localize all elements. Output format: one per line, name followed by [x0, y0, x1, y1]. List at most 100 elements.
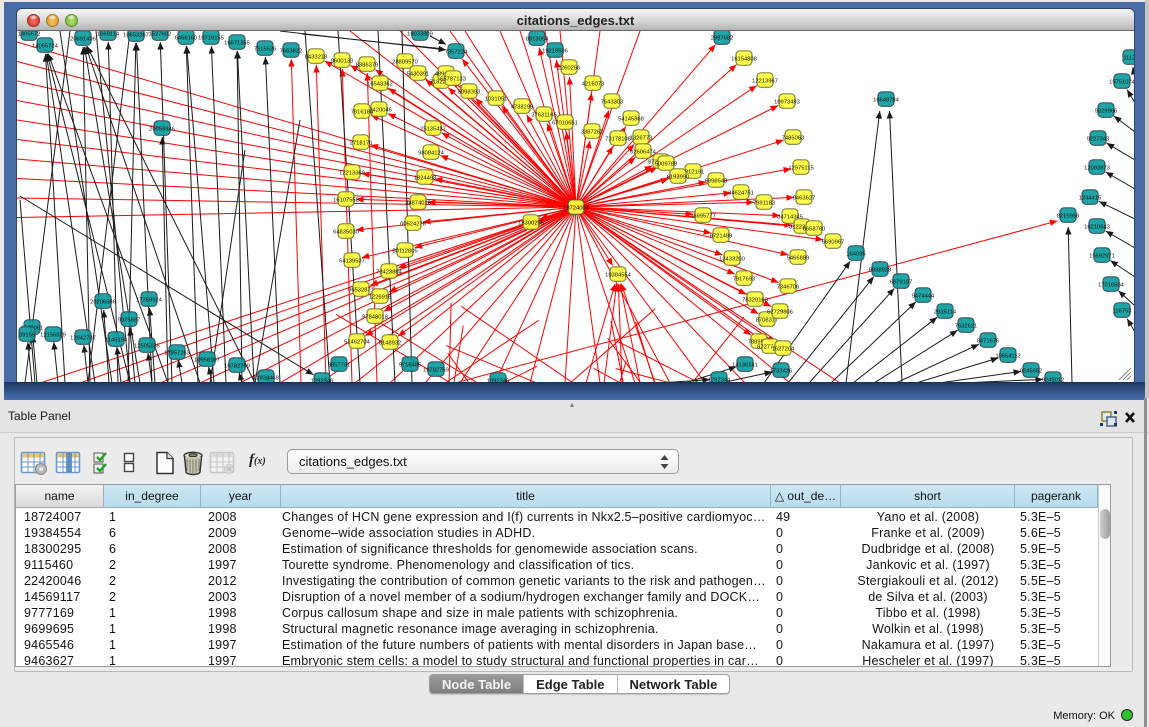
svg-text:64139537: 64139537	[339, 258, 365, 264]
svg-text:9245012: 9245012	[1042, 377, 1065, 382]
svg-text:17359924: 17359924	[136, 297, 163, 303]
svg-text:97848018: 97848018	[362, 314, 388, 320]
svg-text:72423884: 72423884	[376, 269, 403, 275]
svg-text:73178108: 73178108	[605, 136, 631, 142]
svg-text:6193990: 6193990	[667, 174, 690, 180]
svg-text:1733426: 1733426	[770, 368, 793, 374]
svg-text:00524278: 00524278	[400, 221, 426, 227]
svg-text:9975887: 9975887	[118, 317, 141, 323]
svg-text:76320163: 76320163	[742, 297, 768, 303]
svg-text:7663822: 7663822	[280, 48, 303, 54]
svg-text:1244415: 1244415	[1079, 195, 1102, 201]
svg-text:15751074: 15751074	[1109, 79, 1134, 85]
svg-text:16648784: 16648784	[873, 97, 900, 103]
svg-text:8215958: 8215958	[1057, 213, 1080, 219]
svg-text:6466160: 6466160	[175, 35, 198, 41]
svg-text:20206586: 20206586	[90, 299, 116, 305]
svg-text:02606474: 02606474	[630, 149, 657, 155]
svg-text:2935114: 2935114	[934, 309, 957, 315]
svg-text:9227343: 9227343	[1087, 136, 1110, 142]
svg-text:1031051: 1031051	[485, 96, 508, 102]
svg-text:7515526: 7515526	[254, 46, 277, 52]
svg-text:34874016: 34874016	[405, 200, 431, 206]
svg-text:18300295: 18300295	[518, 220, 544, 226]
svg-text:14055724: 14055724	[32, 43, 59, 49]
svg-text:1145194: 1145194	[105, 337, 128, 343]
svg-text:9245652: 9245652	[1020, 368, 1043, 374]
svg-text:14136141: 14136141	[732, 362, 758, 368]
svg-text:1292344: 1292344	[708, 377, 731, 382]
svg-text:34624751: 34624751	[728, 190, 754, 196]
svg-text:164095: 164095	[846, 251, 865, 257]
svg-text:6690967: 6690967	[822, 239, 845, 245]
svg-text:3387262: 3387262	[581, 129, 604, 135]
svg-text:16543362: 16543362	[367, 81, 393, 87]
svg-text:28809570: 28809570	[392, 59, 418, 65]
svg-text:10973493: 10973493	[774, 99, 800, 105]
svg-text:8813054: 8813054	[526, 36, 549, 42]
svg-text:6658760: 6658760	[803, 226, 826, 232]
svg-text:1092346: 1092346	[487, 378, 510, 382]
svg-text:64835030: 64835030	[333, 229, 359, 235]
svg-text:1405572: 1405572	[18, 31, 41, 37]
svg-text:19384554: 19384554	[605, 272, 632, 278]
svg-text:20691406: 20691406	[70, 36, 96, 42]
svg-text:4738299: 4738299	[511, 104, 534, 110]
svg-text:12093873: 12093873	[1084, 165, 1110, 171]
svg-text:18724007: 18724007	[563, 205, 589, 211]
svg-text:51462704: 51462704	[344, 339, 371, 345]
svg-text:98084124: 98084124	[418, 150, 445, 156]
svg-text:1226916: 1226916	[369, 294, 392, 300]
svg-text:5430391: 5430391	[407, 71, 430, 77]
svg-text:7346706: 7346706	[777, 284, 800, 290]
svg-text:16107552: 16107552	[333, 197, 359, 203]
svg-text:5098393: 5098393	[458, 89, 481, 95]
svg-text:9857791: 9857791	[328, 362, 351, 368]
svg-text:1824493: 1824493	[414, 175, 437, 181]
svg-text:12923468: 12923468	[253, 375, 279, 381]
svg-text:10958107: 10958107	[194, 357, 220, 363]
svg-text:8471676: 8471676	[977, 338, 1000, 344]
svg-text:7632621: 7632621	[955, 323, 978, 329]
svg-text:1326773: 1326773	[630, 135, 653, 141]
svg-text:13433200: 13433200	[719, 256, 745, 262]
svg-text:16782759: 16782759	[423, 367, 449, 373]
svg-text:80112805: 80112805	[392, 248, 417, 254]
svg-text:12156829: 12156829	[40, 332, 66, 338]
svg-text:65787133: 65787133	[440, 76, 466, 82]
svg-text:6879197: 6879197	[890, 279, 913, 285]
svg-text:8148932: 8148932	[379, 340, 402, 346]
svg-text:9463627: 9463627	[793, 195, 816, 201]
svg-text:16033809: 16033809	[407, 31, 433, 37]
svg-text:12942737: 12942737	[70, 335, 96, 341]
svg-text:20053346: 20053346	[149, 126, 175, 132]
svg-text:1292346: 1292346	[311, 378, 334, 382]
svg-text:1527602: 1527602	[149, 31, 172, 37]
svg-text:15692971: 15692971	[1089, 253, 1115, 259]
svg-text:10654112: 10654112	[995, 353, 1020, 359]
svg-text:8386379: 8386379	[356, 62, 379, 68]
svg-text:12505135: 12505135	[134, 343, 160, 349]
svg-text:16154808: 16154808	[731, 56, 757, 62]
svg-text:19218506: 19218506	[542, 48, 568, 54]
svg-text:10719155: 10719155	[198, 35, 224, 41]
svg-text:5466889: 5466889	[787, 255, 810, 261]
svg-text:16671355: 16671355	[224, 40, 250, 46]
svg-text:67010651: 67010651	[552, 120, 578, 126]
svg-text:2718176: 2718176	[350, 140, 373, 146]
svg-text:9716485: 9716485	[399, 362, 422, 368]
svg-text:0433218: 0433218	[305, 54, 328, 60]
svg-text:2260256: 2260256	[558, 65, 581, 71]
svg-text:9474444: 9474444	[912, 293, 935, 299]
svg-text:12213967: 12213967	[752, 78, 778, 84]
svg-text:62729806: 62729806	[767, 309, 793, 315]
svg-text:36995777: 36995777	[690, 213, 716, 219]
svg-text:54145868: 54145868	[618, 116, 644, 122]
svg-text:1627204: 1627204	[772, 346, 795, 352]
svg-text:25135427: 25135427	[420, 126, 446, 132]
svg-text:12213369: 12213369	[339, 170, 365, 176]
svg-text:7816184: 7816184	[351, 109, 374, 115]
svg-text:10653267: 10653267	[123, 32, 149, 38]
svg-text:116753: 116753	[1113, 308, 1132, 314]
svg-text:16782759: 16782759	[224, 363, 250, 369]
